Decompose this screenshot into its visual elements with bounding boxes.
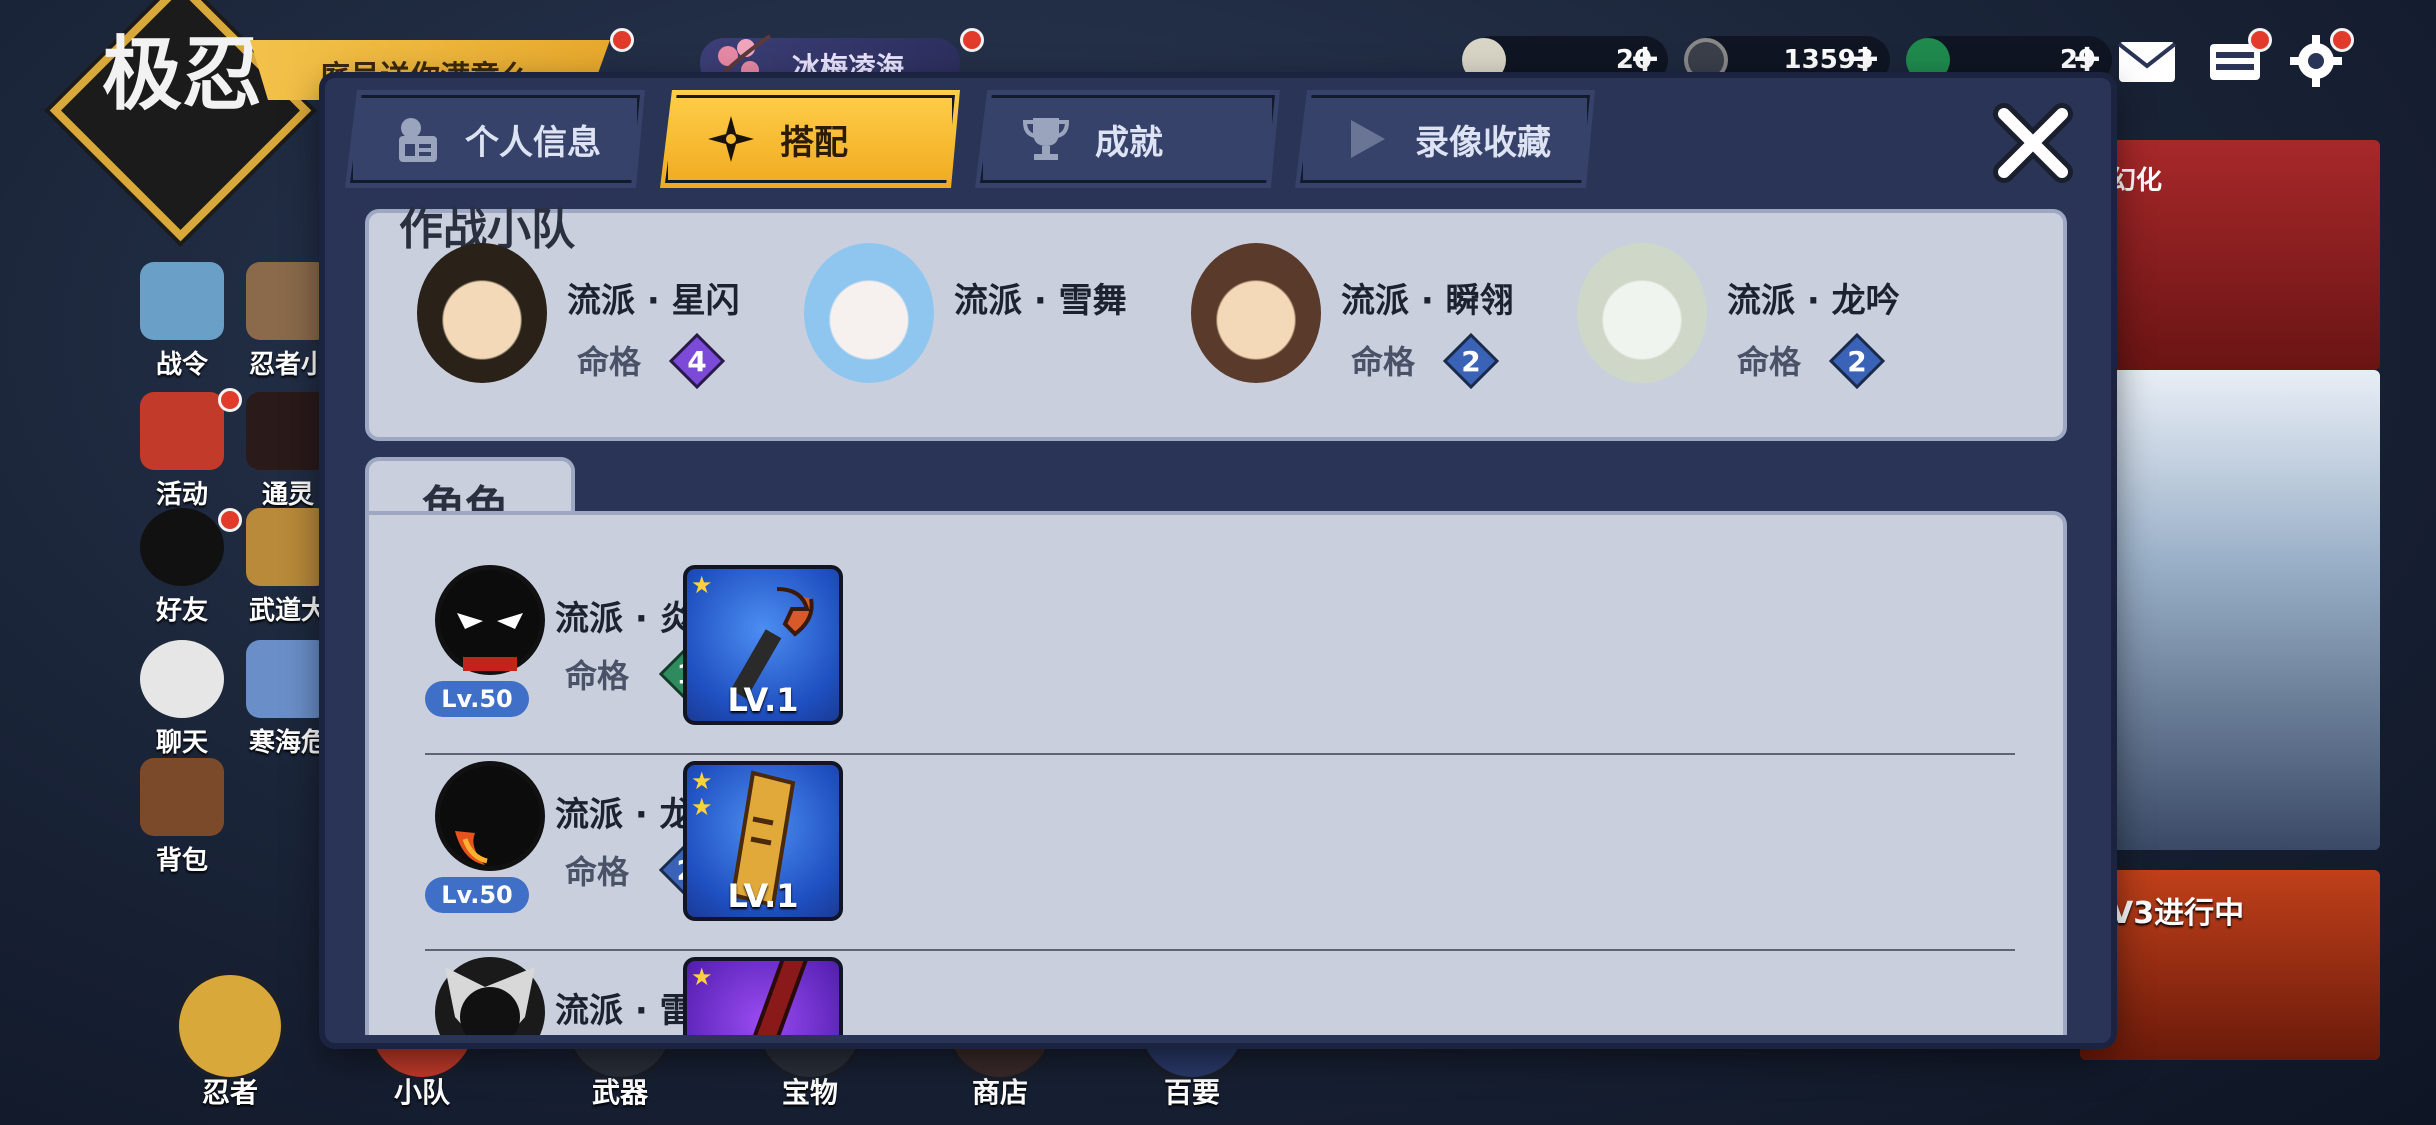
destiny-badge-icon: 4 xyxy=(668,332,726,390)
tab-personal-info[interactable]: 个人信息 xyxy=(345,90,645,188)
torii-icon xyxy=(140,392,224,470)
jade-icon xyxy=(1906,38,1950,82)
star-icon: ★ xyxy=(691,963,713,991)
notification-dot xyxy=(2330,28,2354,52)
team-member[interactable]: 流派 · 雪舞 xyxy=(804,243,1164,403)
mail-icon[interactable] xyxy=(2116,34,2178,88)
tab-loadout[interactable]: 搭配 xyxy=(660,90,960,188)
close-icon xyxy=(1993,103,2073,183)
ninja-avatar xyxy=(1577,243,1707,383)
cold-sea-icon xyxy=(246,640,330,718)
destiny-badge-icon: 2 xyxy=(1442,332,1500,390)
game-logo-text: 极忍 xyxy=(102,27,262,121)
notification-dot xyxy=(2248,28,2272,52)
bottom-item-ninja[interactable]: 忍者 xyxy=(170,971,290,1111)
ninja-icon xyxy=(175,971,285,1081)
rice-ball-icon xyxy=(1462,38,1506,82)
notification-dot xyxy=(610,28,634,52)
weapon-slot[interactable]: ★ LV.1 xyxy=(683,565,843,725)
battle-pass-icon xyxy=(140,262,224,340)
side-item-backpack[interactable]: 背包 xyxy=(132,758,232,877)
row-divider xyxy=(425,753,2015,755)
weapon-slot[interactable]: ★ ★ LV.1 xyxy=(683,761,843,921)
svg-text:2: 2 xyxy=(1461,345,1480,378)
play-icon xyxy=(1339,112,1393,166)
side-item-cold-sea[interactable]: 寒海危 xyxy=(238,640,338,759)
summon-icon xyxy=(246,392,330,470)
destiny-badge-icon: 2 xyxy=(1828,332,1886,390)
chat-bubble-icon xyxy=(140,640,224,718)
event-panel-castle[interactable] xyxy=(2080,370,2380,850)
svg-text:2: 2 xyxy=(1847,345,1866,378)
loadout-content[interactable]: 作战小队 流派 · 星闪 命格 4 流派 · 雪舞 流派 · 瞬翎 命格 2 流… xyxy=(345,195,2087,1035)
ninja-avatar xyxy=(804,243,934,383)
role-row[interactable]: 流派 · 雷兽 ★ xyxy=(425,957,2015,1035)
staff-weapon-icon xyxy=(738,961,809,1035)
level-badge: Lv.50 xyxy=(425,877,529,913)
svg-text:4: 4 xyxy=(687,345,706,378)
side-item-battle-pass[interactable]: 战令 xyxy=(132,262,232,381)
team-card: 作战小队 流派 · 星闪 命格 4 流派 · 雪舞 流派 · 瞬翎 命格 2 流… xyxy=(365,204,2067,441)
row-divider xyxy=(425,949,2015,951)
backpack-icon xyxy=(140,758,224,836)
profile-card-icon xyxy=(389,112,443,166)
side-item-ninja-shop[interactable]: 忍者小 xyxy=(238,262,338,381)
roles-card: Lv.50 流派 · 炎魂 命格 1 ★ LV.1 Lv.50 流派 xyxy=(365,511,2067,1035)
tab-replay-favorites[interactable]: 录像收藏 xyxy=(1295,90,1595,188)
team-member[interactable]: 流派 · 瞬翎 命格 2 xyxy=(1191,243,1551,403)
crossed-swords-icon xyxy=(246,508,330,586)
ninja-avatar xyxy=(1191,243,1321,383)
side-item-friends[interactable]: 好友 xyxy=(132,508,232,627)
side-item-martial-arena[interactable]: 武道大 xyxy=(238,508,338,627)
add-coin-button[interactable]: + xyxy=(1845,36,1885,80)
shuriken-icon xyxy=(704,112,758,166)
stickman-avatar xyxy=(435,761,545,871)
level-badge: Lv.50 xyxy=(425,681,529,717)
weapon-slot[interactable]: ★ xyxy=(683,957,843,1035)
add-rice-ball-button[interactable]: + xyxy=(1625,36,1665,80)
stickman-avatar xyxy=(435,565,545,675)
event-panel-v3[interactable]: V3进行中 xyxy=(2080,870,2380,1060)
notification-dot xyxy=(960,28,984,52)
team-member[interactable]: 流派 · 龙吟 命格 2 xyxy=(1577,243,1937,403)
ninja-friend-icon xyxy=(140,508,224,586)
coin-icon xyxy=(1684,38,1728,82)
beast-avatar xyxy=(435,957,545,1035)
role-row[interactable]: Lv.50 流派 · 龙焰 命格 2 ★ ★ LV.1 xyxy=(425,761,2015,951)
event-panel-transform[interactable]: 幻化 xyxy=(2080,140,2380,370)
side-item-chat[interactable]: 聊天 xyxy=(132,640,232,759)
ninja-avatar xyxy=(417,243,547,383)
trophy-icon xyxy=(1019,112,1073,166)
ninja-shop-icon xyxy=(246,262,330,340)
side-item-summon[interactable]: 通灵 xyxy=(238,392,338,511)
add-jade-button[interactable]: + xyxy=(2067,36,2107,80)
team-member[interactable]: 流派 · 星闪 命格 4 xyxy=(417,243,777,403)
role-row[interactable]: Lv.50 流派 · 炎魂 命格 1 ★ LV.1 xyxy=(425,565,2015,755)
star-icon: ★ xyxy=(691,767,713,795)
star-icon: ★ xyxy=(691,793,713,821)
close-button[interactable] xyxy=(1990,100,2076,186)
tab-achievements[interactable]: 成就 xyxy=(975,90,1280,188)
side-item-events[interactable]: 活动 xyxy=(132,392,232,511)
